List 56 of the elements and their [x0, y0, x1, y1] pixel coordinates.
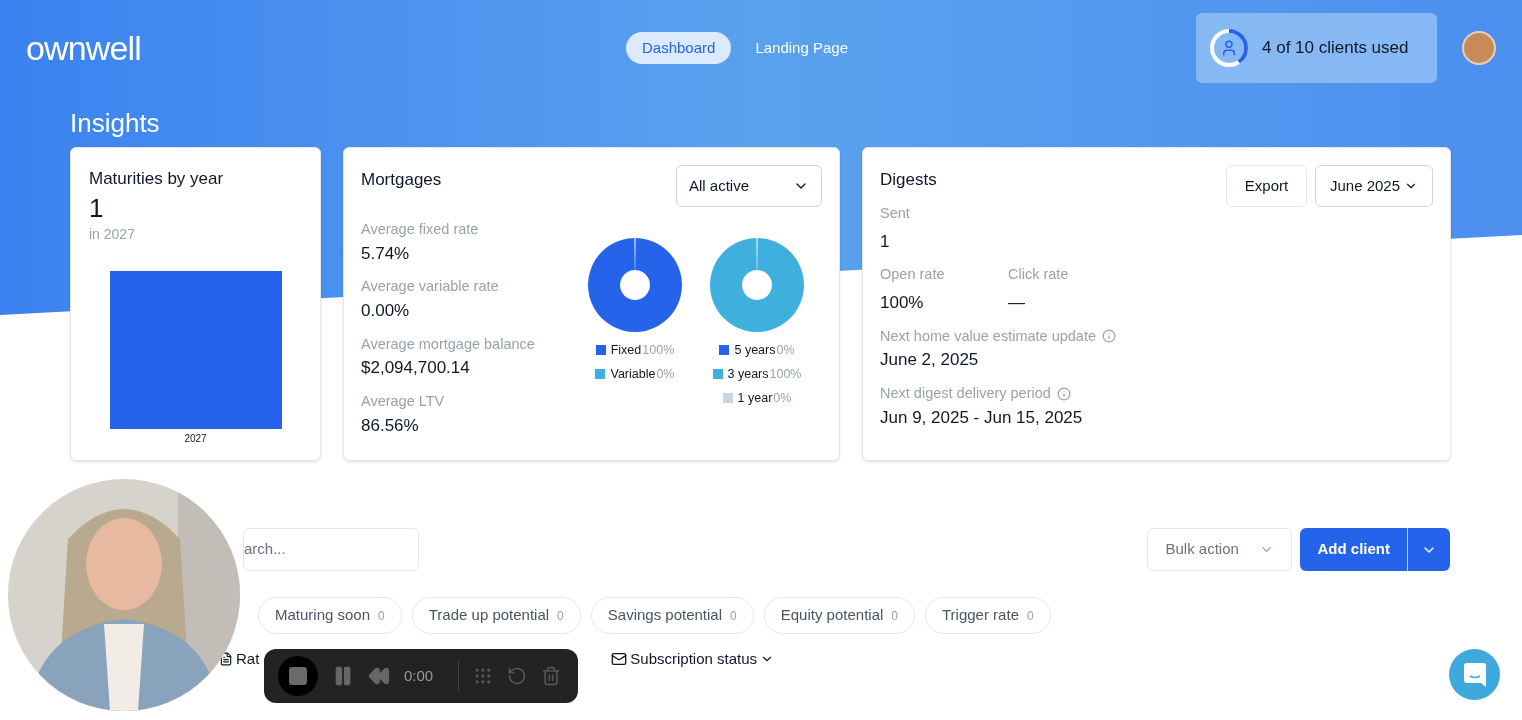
legend-label: 1 year	[737, 389, 773, 407]
filter-dropdown[interactable]: Rat	[219, 648, 260, 671]
stat-value: June 2, 2025	[880, 349, 980, 372]
stat-value: 0.00%	[361, 300, 411, 322]
stop-button[interactable]	[278, 656, 318, 696]
stat-label: Average fixed rate	[361, 220, 480, 239]
stat-label: Sent	[880, 204, 911, 223]
legend-share: 0%	[656, 365, 675, 383]
month-dropdown[interactable]: June 2025	[1315, 165, 1433, 207]
document-icon	[219, 652, 233, 667]
stat-label: Average variable rate	[361, 277, 500, 297]
chat-icon	[1463, 662, 1486, 687]
export-button[interactable]: Export	[1226, 165, 1307, 207]
stat-label: Open rate	[880, 265, 946, 285]
filter-dropdown[interactable]: All active	[676, 165, 822, 207]
legend-label: 3 years	[727, 365, 769, 383]
legend-share: 100%	[769, 365, 802, 383]
legend-share: 0%	[776, 342, 795, 359]
logo[interactable]: ownwell	[26, 22, 626, 74]
legend-share: 0%	[773, 389, 792, 407]
usage-text: 4 of 10 clients used	[1262, 37, 1409, 60]
card-title: Mortgages	[361, 169, 442, 191]
restart-icon[interactable]	[507, 666, 527, 686]
stat-value: 5.74%	[361, 242, 411, 265]
stat-value: 100%	[880, 292, 925, 314]
stat-label: Average LTV	[361, 391, 446, 411]
card-title: Maturities by year	[89, 168, 225, 190]
legend-label: Fixed	[610, 342, 642, 359]
delete-icon[interactable]	[541, 666, 561, 686]
dots-icon[interactable]	[473, 666, 493, 686]
stat-label: Next home value estimate update	[880, 326, 1096, 346]
chat-button[interactable]	[1449, 649, 1500, 700]
search-field[interactable]: arch...	[243, 528, 419, 571]
rewind-icon[interactable]	[368, 665, 390, 687]
recording-time: 0:00	[404, 665, 435, 686]
filter-dropdown[interactable]: Subscription status	[611, 648, 775, 671]
stat-label: Click rate	[1008, 265, 1070, 285]
legend-label: 5 years	[734, 342, 776, 359]
mail-icon	[611, 651, 628, 668]
stat-label: Next digest delivery period	[880, 383, 1051, 403]
maturity-year: in 2027	[89, 225, 136, 244]
stat-value: 1	[880, 230, 891, 253]
bulk-action-dropdown[interactable]: Bulk action	[1147, 528, 1293, 571]
stat-label: Average mortgage balance	[361, 334, 536, 354]
info-icon[interactable]	[1102, 329, 1116, 344]
stat-value: —	[1008, 292, 1026, 314]
maturity-count: 1	[89, 191, 105, 224]
stat-value: Jun 9, 2025 - Jun 15, 2025	[880, 406, 1084, 429]
card-title: Digests	[880, 169, 937, 191]
info-icon[interactable]	[1056, 386, 1071, 401]
axis-label: 2027	[184, 432, 207, 446]
stat-value: $2,094,700.14	[361, 357, 471, 380]
stat-value: 86.56%	[361, 414, 420, 437]
legend-share: 100%	[642, 342, 675, 359]
legend-label: Variable	[610, 365, 656, 383]
page-title: Insights	[69, 107, 161, 140]
